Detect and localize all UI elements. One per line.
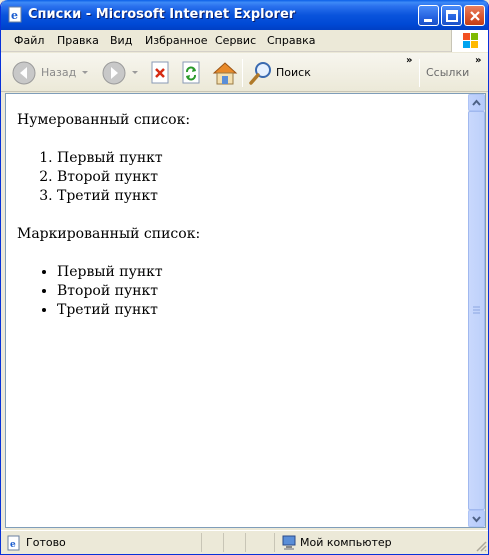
- minimize-button[interactable]: [418, 5, 439, 26]
- search-label: Поиск: [276, 66, 311, 79]
- list-item: Третий пункт: [57, 301, 468, 320]
- home-icon: [212, 62, 238, 85]
- back-label: Назад: [41, 66, 77, 79]
- close-icon: [470, 11, 480, 21]
- menu-help[interactable]: Справка: [267, 34, 315, 47]
- status-segment: [201, 533, 223, 552]
- forward-dropdown-icon[interactable]: [132, 71, 138, 75]
- zone-text: Мой компьютер: [300, 536, 392, 549]
- forward-arrow-icon: [102, 61, 126, 85]
- ie-window: e Списки - Microsoft Internet Explorer Ф…: [0, 0, 489, 555]
- page-body: Нумерованный список: Первый пункт Второй…: [6, 94, 468, 527]
- back-arrow-icon: [12, 61, 36, 85]
- scroll-thumb[interactable]: [468, 111, 485, 510]
- ordered-list-heading: Нумерованный список:: [17, 112, 191, 128]
- chevron-up-icon: [472, 99, 481, 106]
- menu-tools[interactable]: Сервис: [215, 34, 256, 47]
- search-button[interactable]: Поиск: [248, 60, 311, 86]
- ie-page-icon: e: [8, 6, 22, 23]
- list-item: Второй пункт: [57, 168, 468, 187]
- refresh-icon: [182, 61, 200, 84]
- search-icon: [249, 62, 271, 85]
- scroll-up-button[interactable]: [468, 94, 485, 111]
- menu-view[interactable]: Вид: [110, 34, 132, 47]
- maximize-button[interactable]: [441, 5, 462, 26]
- menu-edit[interactable]: Правка: [57, 34, 99, 47]
- status-bar: e Готово Мой компьютер: [1, 530, 488, 554]
- svg-text:e: e: [10, 540, 16, 550]
- list-item: Второй пункт: [57, 282, 468, 301]
- toolbar-separator: [419, 59, 420, 87]
- links-more-chevron[interactable]: »: [475, 55, 481, 66]
- status-text: Готово: [26, 536, 66, 549]
- links-label[interactable]: Ссылки: [426, 66, 469, 79]
- my-computer-icon: [282, 535, 296, 550]
- title-bar[interactable]: e Списки - Microsoft Internet Explorer: [1, 0, 488, 30]
- status-segment: [245, 533, 267, 552]
- stop-button[interactable]: [150, 60, 172, 86]
- status-segment: [223, 533, 245, 552]
- list-item: Третий пункт: [57, 187, 468, 206]
- resize-grip-icon[interactable]: [475, 540, 487, 552]
- zone-segment: Мой компьютер: [274, 533, 474, 552]
- windows-flag-icon: [463, 33, 478, 48]
- toolbar-separator: [242, 59, 243, 87]
- list-item: Первый пункт: [57, 149, 468, 168]
- forward-button[interactable]: [101, 60, 127, 86]
- close-button[interactable]: [464, 5, 485, 26]
- grip-icon: [473, 306, 480, 314]
- maximize-icon: [446, 10, 458, 22]
- toolbar: Назад Поиск » Ссылки »: [1, 53, 488, 92]
- window-title: Списки - Microsoft Internet Explorer: [28, 7, 296, 22]
- back-button[interactable]: Назад: [11, 60, 77, 86]
- menu-favorites[interactable]: Избранное: [145, 34, 207, 47]
- back-dropdown-icon[interactable]: [82, 71, 88, 75]
- unordered-list: Первый пункт Второй пункт Третий пункт: [57, 263, 468, 320]
- vertical-scrollbar[interactable]: [468, 94, 485, 527]
- page-done-icon: e: [7, 535, 20, 551]
- home-button[interactable]: [211, 60, 239, 86]
- scroll-down-button[interactable]: [468, 510, 485, 527]
- menu-file[interactable]: Файл: [14, 34, 44, 47]
- chevron-down-icon: [472, 516, 481, 523]
- refresh-button[interactable]: [181, 60, 203, 86]
- menu-bar: Файл Правка Вид Избранное Сервис Справка: [1, 30, 488, 52]
- ordered-list: Первый пункт Второй пункт Третий пункт: [57, 149, 468, 206]
- svg-text:e: e: [11, 9, 18, 22]
- stop-icon: [151, 61, 169, 84]
- browser-viewport: Нумерованный список: Первый пункт Второй…: [5, 93, 486, 528]
- list-item: Первый пункт: [57, 263, 468, 282]
- windows-logo: [451, 30, 488, 52]
- toolbar-more-chevron[interactable]: »: [406, 55, 412, 66]
- minimize-icon: [424, 19, 432, 22]
- unordered-list-heading: Маркированный список:: [17, 226, 201, 242]
